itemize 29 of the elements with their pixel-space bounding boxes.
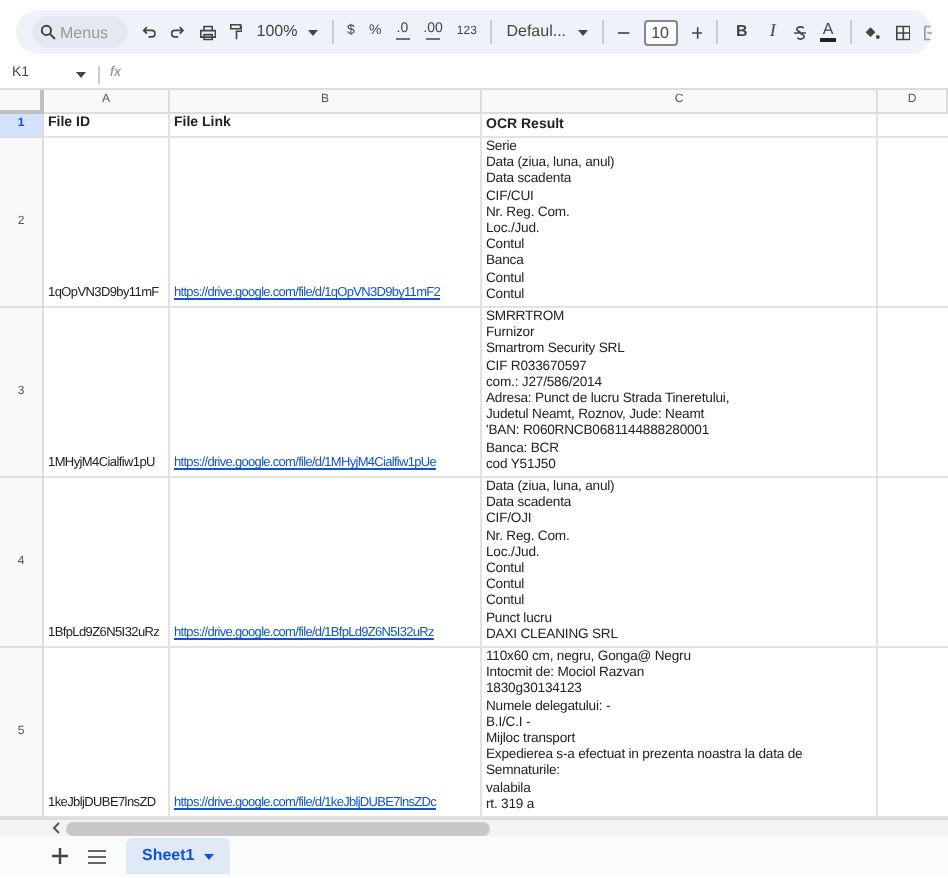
bold-button[interactable]: B bbox=[732, 20, 752, 44]
text-color-button[interactable]: A bbox=[820, 22, 836, 42]
caret-icon bbox=[578, 29, 589, 35]
paint-roller-icon[interactable] bbox=[229, 22, 243, 42]
zoom-dropdown[interactable]: 100% bbox=[256, 20, 318, 44]
search-field[interactable]: Menus bbox=[32, 16, 128, 48]
caret-icon[interactable] bbox=[76, 71, 86, 77]
font-name: Defaul... bbox=[506, 20, 567, 44]
minus-icon[interactable] bbox=[617, 31, 630, 33]
add-sheet-icon[interactable] bbox=[52, 848, 68, 864]
merge-icon[interactable] bbox=[923, 23, 932, 41]
borders-icon[interactable] bbox=[895, 23, 910, 41]
caret-icon bbox=[204, 853, 215, 859]
scrollbar-thumb[interactable] bbox=[66, 821, 490, 835]
search-icon bbox=[40, 24, 56, 40]
strikethrough-icon[interactable] bbox=[793, 23, 807, 41]
menu-icon[interactable] bbox=[88, 849, 106, 863]
italic-button[interactable]: I bbox=[765, 18, 780, 46]
plus-icon[interactable] bbox=[691, 25, 703, 39]
font-dropdown[interactable]: Defaul... bbox=[506, 20, 589, 44]
caret-icon bbox=[307, 29, 318, 35]
sheet-tab[interactable]: Sheet1 bbox=[126, 838, 231, 874]
scroll-left-icon[interactable] bbox=[52, 822, 60, 834]
zoom-value: 100% bbox=[256, 20, 298, 44]
undo-icon[interactable] bbox=[142, 24, 157, 40]
redo-icon[interactable] bbox=[170, 24, 186, 40]
paint-bucket-icon[interactable] bbox=[864, 23, 882, 41]
font-size-field[interactable]: 10 bbox=[643, 19, 678, 45]
print-icon[interactable] bbox=[199, 23, 216, 41]
